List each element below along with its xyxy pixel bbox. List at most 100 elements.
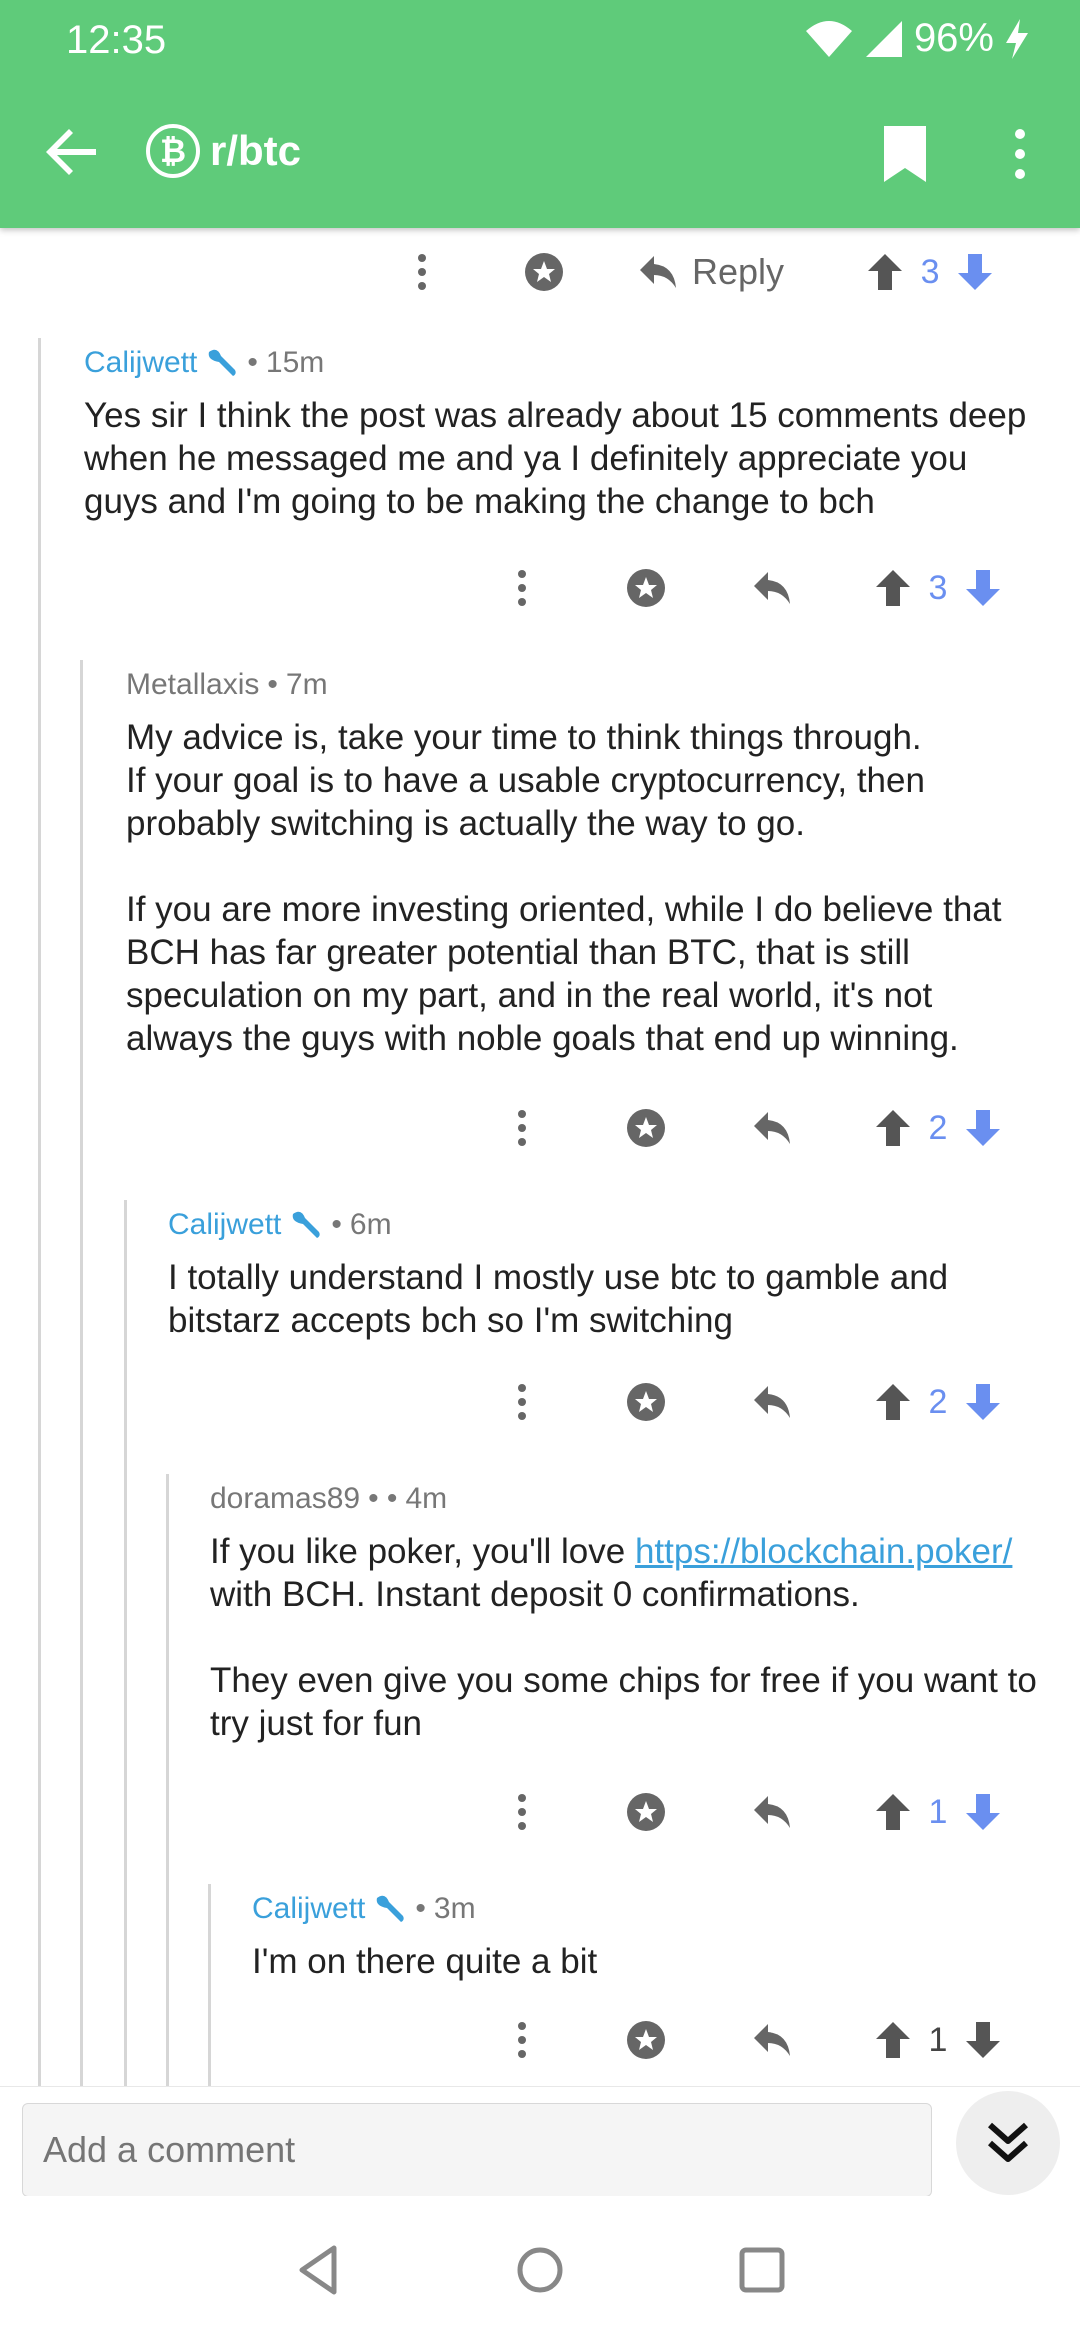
comment: doramas89 • • 4m If you like poker, you'…: [210, 1482, 1058, 1745]
comment-time: 3m: [433, 1892, 476, 1925]
signal-icon: [865, 20, 902, 57]
award-icon[interactable]: [626, 568, 666, 608]
downvote-arrow-icon: [966, 1794, 1000, 1830]
reply-icon[interactable]: [752, 1110, 792, 1146]
downvote-button[interactable]: [958, 254, 993, 290]
comment-actions: 2: [500, 1372, 1040, 1432]
downvote-arrow-icon: [958, 254, 993, 290]
downvote-button[interactable]: [966, 2022, 1000, 2058]
upvote-arrow-icon: [876, 570, 910, 606]
award-icon[interactable]: [626, 2020, 666, 2060]
comment-body: I'm on there quite a bit: [252, 1942, 598, 1981]
app-bar: 12:35 96% ₿ r/btc: [0, 0, 1080, 228]
reply-icon[interactable]: [752, 570, 792, 606]
reply-label: Reply: [692, 251, 785, 292]
comment-body: If you like poker, you'll love https://b…: [210, 1530, 1058, 1745]
blockchain-poker-link[interactable]: https://blockchain.poker/: [635, 1532, 1012, 1571]
nest-bar-level-5: [208, 1884, 211, 2086]
nest-bar-level-4: [166, 1474, 169, 2086]
more-options-icon[interactable]: [500, 1794, 544, 1830]
moderator-wrench-icon: [293, 1211, 321, 1238]
more-options-icon[interactable]: [500, 570, 544, 606]
author-name[interactable]: Calijwett: [84, 346, 197, 380]
award-icon[interactable]: [524, 252, 564, 292]
battery-percent: 96%: [913, 16, 994, 60]
nest-bar-level-2: [80, 660, 83, 2086]
system-nav-bar: [0, 2196, 1080, 2340]
comment-meta: Calijwett • 6m: [168, 1208, 1048, 1242]
author-name[interactable]: doramas89: [210, 1482, 360, 1516]
comment-time: 7m: [285, 668, 328, 701]
upvote-arrow-icon: [876, 1110, 910, 1146]
upvote-button[interactable]: [876, 1110, 910, 1146]
comment: Metallaxis • 7m My advice is, take your …: [126, 668, 1046, 1060]
comment-body-suffix: with BCH. Instant deposit 0 confirmation…: [210, 1575, 1037, 1743]
nav-back-icon[interactable]: [290, 2240, 350, 2300]
subreddit-title[interactable]: ₿ r/btc: [146, 124, 301, 178]
nav-home-icon[interactable]: [510, 2240, 570, 2300]
upvote-button[interactable]: [876, 2022, 910, 2058]
double-chevron-down-icon: [988, 2122, 1028, 2162]
jump-to-next-button[interactable]: [956, 2091, 1060, 2195]
comment-actions: 2: [500, 1098, 1040, 1158]
comment-thread: Reply 3 Calijwett • 15m Yes sir I think …: [0, 228, 1080, 2086]
downvote-button[interactable]: [966, 1384, 1000, 1420]
more-options-icon[interactable]: [500, 2022, 544, 2058]
upvote-button[interactable]: [876, 1384, 910, 1420]
comment-actions: 3: [500, 558, 1040, 618]
comment-meta: Calijwett • 15m: [84, 346, 1044, 380]
author-name[interactable]: Metallaxis: [126, 668, 259, 702]
score: 1: [928, 2020, 948, 2059]
upvote-arrow-icon: [876, 2022, 910, 2058]
status-time: 12:35: [66, 18, 167, 62]
reply-button[interactable]: Reply: [638, 251, 784, 293]
downvote-arrow-icon: [966, 1110, 1000, 1146]
meta-separator: •: [415, 1892, 426, 1925]
author-name[interactable]: Calijwett: [252, 1892, 365, 1926]
upvote-button[interactable]: [876, 1794, 910, 1830]
reply-icon[interactable]: [752, 1384, 792, 1420]
upvote-button[interactable]: [876, 570, 910, 606]
upvote-button[interactable]: [868, 254, 903, 290]
downvote-arrow-icon: [966, 570, 1000, 606]
nav-recents-icon[interactable]: [732, 2240, 792, 2300]
more-options-icon[interactable]: [500, 1110, 544, 1146]
downvote-arrow-icon: [966, 1384, 1000, 1420]
back-arrow-icon[interactable]: [40, 120, 104, 184]
comment-meta: Calijwett • 3m: [252, 1892, 1052, 1926]
score: 3: [920, 252, 940, 291]
more-options-icon[interactable]: [400, 254, 444, 290]
more-options-icon[interactable]: [500, 1384, 544, 1420]
award-icon[interactable]: [626, 1108, 666, 1148]
reply-icon[interactable]: [752, 1794, 792, 1830]
meta-separator: •: [267, 668, 278, 701]
comment-meta: doramas89 • • 4m: [210, 1482, 1058, 1516]
score: 1: [928, 1792, 948, 1831]
bookmark-icon[interactable]: [880, 124, 930, 184]
meta-separator: •: [247, 346, 258, 379]
award-icon[interactable]: [626, 1382, 666, 1422]
overflow-menu-icon[interactable]: [1000, 124, 1040, 184]
reply-icon: [640, 256, 676, 288]
meta-separator: • •: [368, 1482, 398, 1515]
score: 3: [928, 568, 948, 607]
downvote-button[interactable]: [966, 1110, 1000, 1146]
author-name[interactable]: Calijwett: [168, 1208, 281, 1242]
comment: Calijwett • 15m Yes sir I think the post…: [84, 346, 1044, 523]
reply-icon[interactable]: [752, 2022, 792, 2058]
comment-actions: 1: [500, 2010, 1040, 2070]
upvote-arrow-icon: [876, 1384, 910, 1420]
add-comment-input[interactable]: [22, 2103, 932, 2197]
moderator-wrench-icon: [209, 349, 237, 376]
upvote-arrow-icon: [876, 1794, 910, 1830]
award-icon[interactable]: [626, 1792, 666, 1832]
comment-time: 6m: [349, 1208, 392, 1241]
downvote-button[interactable]: [966, 570, 1000, 606]
charging-bolt-icon: [1006, 18, 1028, 59]
downvote-arrow-icon: [966, 2022, 1000, 2058]
downvote-button[interactable]: [966, 1794, 1000, 1830]
upvote-arrow-icon: [868, 254, 903, 290]
score: 2: [928, 1108, 948, 1147]
status-icons: 96%: [804, 16, 1030, 61]
comment: Calijwett • 6m I totally understand I mo…: [168, 1208, 1048, 1342]
